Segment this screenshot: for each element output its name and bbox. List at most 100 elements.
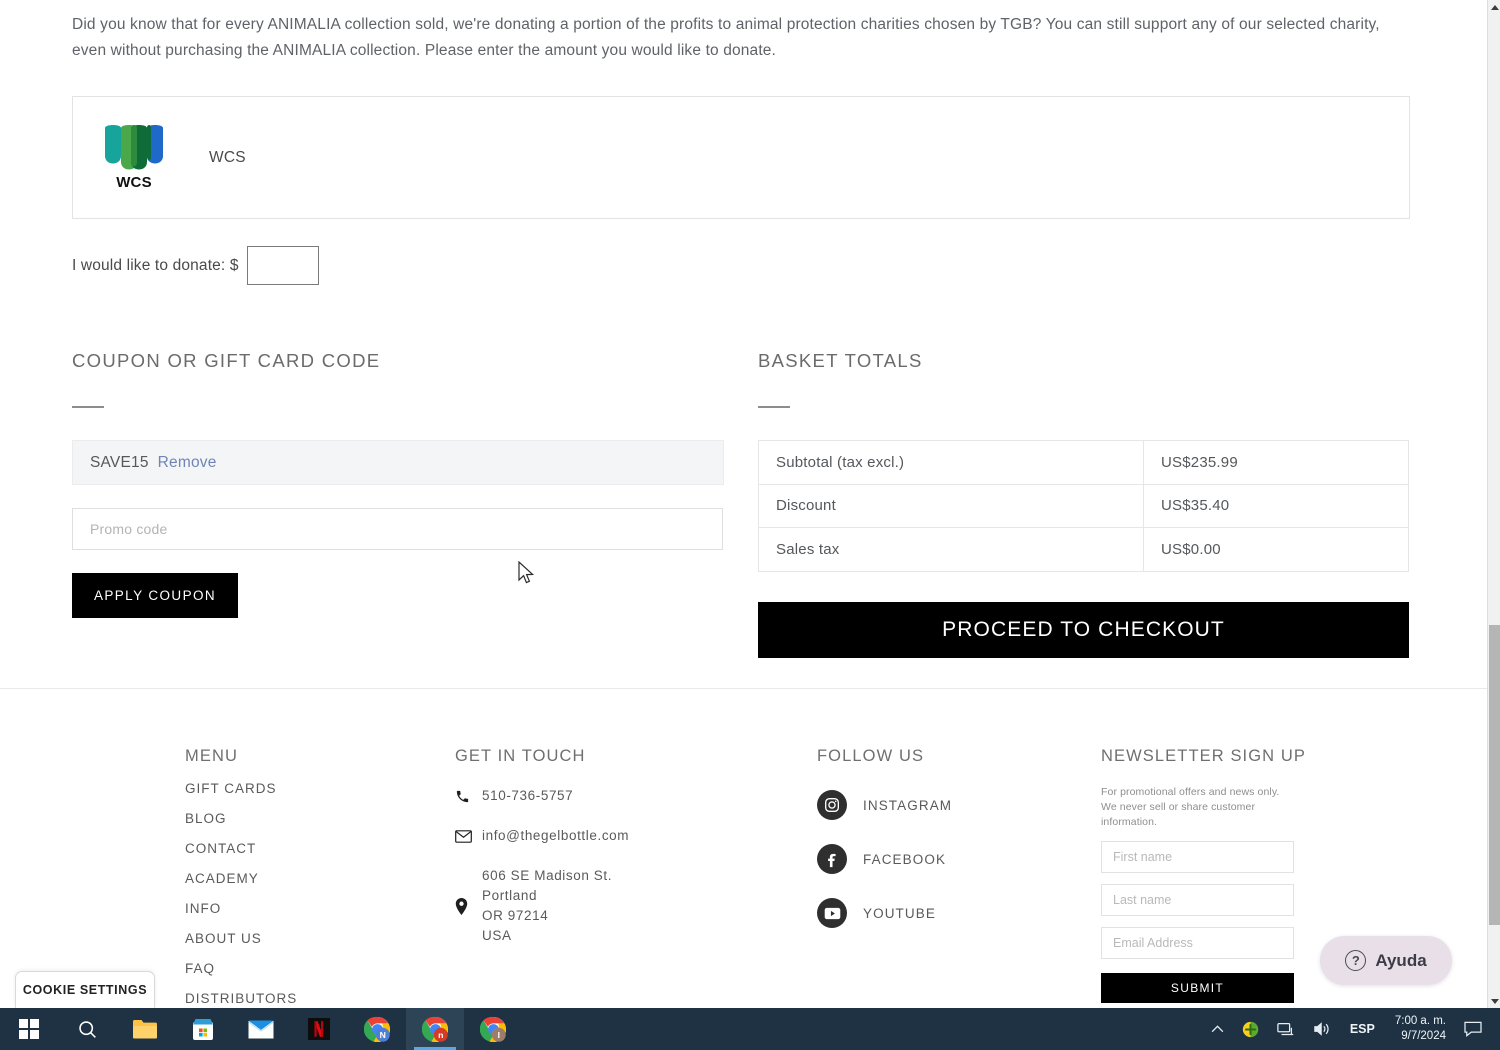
youtube-icon: [817, 898, 847, 928]
netflix-app-button[interactable]: [290, 1008, 348, 1050]
footer-link-gift-cards[interactable]: GIFT CARDS: [185, 781, 297, 796]
social-link-youtube[interactable]: YOUTUBE: [817, 898, 1117, 928]
wcs-logo: WCS: [101, 122, 167, 194]
coupon-title-underline: [72, 406, 104, 408]
totals-label: Subtotal (tax excl.): [758, 440, 1144, 485]
page-content: Did you know that for every ANIMALIA col…: [0, 0, 1487, 1008]
newsletter-first-name-input[interactable]: [1101, 841, 1294, 873]
address-line-1: 606 SE Madison St.: [482, 868, 613, 883]
chrome-window-3-button[interactable]: I: [464, 1008, 522, 1050]
footer-link-academy[interactable]: ACADEMY: [185, 871, 297, 886]
totals-value: US$0.00: [1143, 527, 1409, 572]
donation-amount-input[interactable]: [246, 246, 319, 285]
social-label-youtube: YOUTUBE: [863, 905, 936, 921]
netflix-icon: [308, 1018, 330, 1040]
social-link-instagram[interactable]: INSTAGRAM: [817, 790, 1117, 820]
help-widget[interactable]: ? Ayuda: [1320, 936, 1452, 985]
newsletter-blurb: For promotional offers and news only. We…: [1101, 786, 1280, 828]
microsoft-store-button[interactable]: [174, 1008, 232, 1050]
volume-icon[interactable]: [1304, 1021, 1340, 1037]
network-icon[interactable]: [1268, 1022, 1304, 1037]
charity-card[interactable]: WCS WCS: [72, 96, 1410, 219]
scrollbar-thumb[interactable]: [1489, 625, 1500, 925]
table-row: Subtotal (tax excl.) US$235.99: [758, 440, 1409, 485]
phone-icon: [455, 789, 479, 804]
site-footer: MENU GIFT CARDS BLOG CONTACT ACADEMY INF…: [0, 689, 1487, 1008]
newsletter-email-input[interactable]: [1101, 927, 1294, 959]
footer-contact-column: GET IN TOUCH 510-736-5757 info@thegelbot…: [455, 747, 775, 946]
table-row: Sales tax US$0.00: [758, 527, 1409, 572]
file-explorer-button[interactable]: [116, 1008, 174, 1050]
social-label-instagram: INSTAGRAM: [863, 797, 953, 813]
contact-address: 606 SE Madison St. Portland OR 97214 USA: [482, 866, 612, 946]
chrome-icon: N: [363, 1016, 390, 1042]
contact-phone-row[interactable]: 510-736-5757: [455, 786, 775, 806]
promo-code-input[interactable]: [72, 508, 723, 550]
footer-link-about-us[interactable]: ABOUT US: [185, 931, 297, 946]
newsletter-last-name-input[interactable]: [1101, 884, 1294, 916]
search-button[interactable]: [58, 1008, 116, 1050]
donation-row: I would like to donate: $: [72, 246, 319, 285]
footer-link-faq[interactable]: FAQ: [185, 961, 297, 976]
cookie-settings-button[interactable]: COOKIE SETTINGS: [15, 971, 155, 1008]
donation-intro-text: Did you know that for every ANIMALIA col…: [72, 16, 1380, 59]
footer-link-blog[interactable]: BLOG: [185, 811, 297, 826]
mouse-cursor: [518, 560, 535, 590]
basket-totals-title: BASKET TOTALS: [758, 350, 923, 371]
footer-menu-heading: MENU: [185, 747, 238, 765]
clock-date: 9/7/2024: [1401, 1030, 1446, 1042]
apply-coupon-button[interactable]: APPLY COUPON: [72, 573, 238, 618]
action-center-button[interactable]: [1456, 1021, 1494, 1037]
start-button[interactable]: [0, 1008, 58, 1050]
wcs-petals-icon: [105, 124, 163, 169]
scroll-down-arrow-icon[interactable]: [1488, 994, 1500, 1008]
address-line-2: Portland: [482, 888, 538, 903]
footer-menu-column: MENU GIFT CARDS BLOG CONTACT ACADEMY INF…: [185, 747, 297, 1006]
system-tray: ESP 7:00 a. m. 9/7/2024: [1202, 1008, 1500, 1050]
footer-link-contact[interactable]: CONTACT: [185, 841, 297, 856]
footer-follow-heading: FOLLOW US: [817, 747, 925, 765]
totals-label: Sales tax: [758, 527, 1144, 572]
table-row: Discount US$35.40: [758, 483, 1409, 528]
basket-totals-table: Subtotal (tax excl.) US$235.99 Discount …: [758, 440, 1409, 572]
svg-text:N: N: [379, 1030, 385, 1040]
mail-icon: [455, 829, 479, 843]
clock[interactable]: 7:00 a. m. 9/7/2024: [1385, 1014, 1456, 1044]
folder-icon: [133, 1020, 157, 1039]
basket-totals-body: Subtotal (tax excl.) US$235.99 Discount …: [758, 440, 1409, 572]
charity-card-inner: WCS WCS: [73, 97, 1409, 218]
svg-text:n: n: [438, 1030, 443, 1040]
windows-taskbar: N n I ESP 7:00 a. m. 9/7/2024: [0, 1008, 1500, 1050]
charity-name: WCS: [209, 148, 246, 166]
footer-link-distributors[interactable]: DISTRIBUTORS: [185, 991, 297, 1006]
facebook-icon: [817, 844, 847, 874]
chrome-icon: I: [479, 1016, 506, 1042]
show-hidden-icons-chevron-icon[interactable]: [1202, 1025, 1233, 1033]
coupon-section-title: COUPON OR GIFT CARD CODE: [72, 350, 381, 371]
security-shield-icon[interactable]: [1233, 1021, 1268, 1038]
instagram-icon: [817, 790, 847, 820]
basket-totals-section: BASKET TOTALS Subtotal (tax excl.) US$23…: [758, 350, 1410, 658]
language-indicator[interactable]: ESP: [1340, 1022, 1385, 1036]
social-link-facebook[interactable]: FACEBOOK: [817, 844, 1117, 874]
mail-app-button[interactable]: [232, 1008, 290, 1050]
address-line-4: USA: [482, 928, 512, 943]
page-scrollbar[interactable]: [1487, 0, 1500, 1008]
question-mark-icon: ?: [1345, 950, 1367, 971]
clock-time: 7:00 a. m.: [1394, 1015, 1446, 1027]
contact-phone: 510-736-5757: [482, 788, 574, 803]
newsletter-submit-button[interactable]: SUBMIT: [1101, 973, 1294, 1003]
chrome-icon: n: [421, 1016, 448, 1042]
footer-link-info[interactable]: INFO: [185, 901, 297, 916]
wcs-logo-mark: [101, 122, 167, 174]
contact-email-row[interactable]: info@thegelbottle.com: [455, 826, 775, 846]
proceed-to-checkout-button[interactable]: PROCEED TO CHECKOUT: [758, 601, 1409, 658]
chrome-window-1-button[interactable]: N: [348, 1008, 406, 1050]
address-line-3: OR 97214: [482, 908, 549, 923]
chrome-window-2-button[interactable]: n: [406, 1008, 464, 1050]
scroll-up-arrow-icon[interactable]: [1488, 0, 1500, 14]
mail-icon: [248, 1020, 274, 1038]
remove-coupon-link[interactable]: Remove: [158, 454, 217, 472]
windows-logo-icon: [18, 1018, 40, 1040]
svg-text:I: I: [497, 1030, 499, 1040]
